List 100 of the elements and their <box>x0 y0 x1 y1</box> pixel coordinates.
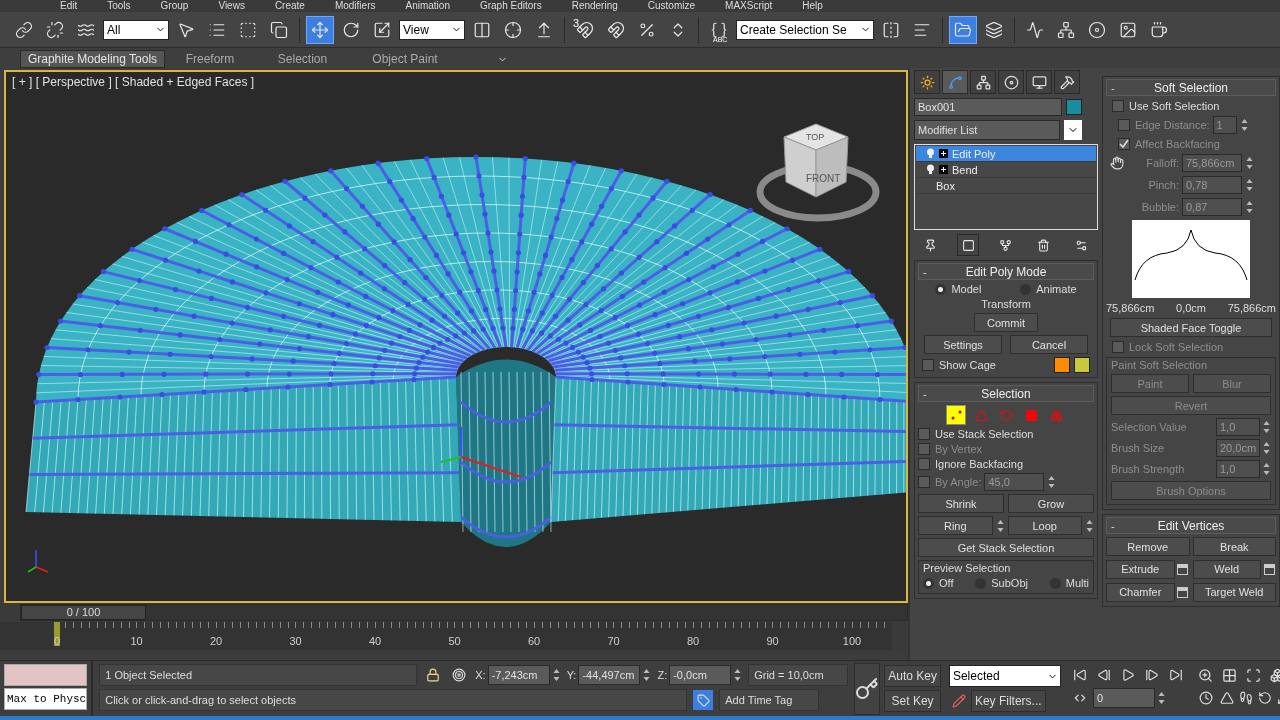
viewport-label[interactable]: [ + ] [ Perspective ] [ Shaded + Edged Faces ] <box>12 75 255 89</box>
vertex-command-button[interactable]: Extrude <box>1106 559 1175 579</box>
folder-icon[interactable] <box>949 15 977 44</box>
spinner-arrows-icon[interactable] <box>1156 690 1166 706</box>
menu-item[interactable]: Views <box>218 0 245 12</box>
grow-button[interactable]: Grow <box>1008 494 1094 513</box>
edge-distance-checkbox[interactable] <box>1118 119 1130 131</box>
cage-color-swatch[interactable] <box>1074 357 1090 373</box>
auto-key-button[interactable]: Auto Key <box>884 665 941 687</box>
object-name-field[interactable]: Box001 <box>914 98 1062 116</box>
radio-button[interactable] <box>923 577 934 589</box>
rollout-header[interactable]: - Edit Vertices <box>1106 517 1276 534</box>
menu-item[interactable]: Customize <box>647 0 696 12</box>
time-tag-icon[interactable] <box>693 690 714 710</box>
lightbulb-icon[interactable] <box>926 164 935 175</box>
stack-item[interactable]: Bend <box>916 162 1096 178</box>
named-selection-dropdown[interactable]: Create Selection Se <box>736 19 874 40</box>
ribbon-tab[interactable]: Freeform <box>165 50 255 68</box>
spinner-arrows-icon[interactable] <box>1262 419 1271 435</box>
listener-field[interactable] <box>4 664 88 686</box>
shrink-button[interactable]: Shrink <box>918 494 1004 513</box>
add-time-tag-field[interactable]: Add Time Tag <box>719 689 820 711</box>
rollout-header[interactable]: - Soft Selection <box>1106 79 1276 96</box>
radio-button[interactable] <box>935 283 947 295</box>
menu-item[interactable]: Edit <box>60 0 78 12</box>
get-stack-selection-button[interactable]: Get Stack Selection <box>918 538 1094 557</box>
menu-item[interactable]: Modifiers <box>334 0 376 12</box>
current-frame-field[interactable]: 0 <box>1092 688 1155 708</box>
expand-plus-icon[interactable] <box>939 165 948 174</box>
vertex-command-button[interactable]: Weld <box>1192 559 1261 579</box>
vertex-command-button[interactable]: Remove <box>1106 537 1190 556</box>
stack-item[interactable]: Box <box>916 178 1096 194</box>
show-cage-checkbox[interactable] <box>922 359 934 371</box>
modifier-list-field[interactable]: Modifier List <box>914 120 1060 140</box>
menu-item[interactable]: MAXScript <box>725 0 773 12</box>
time-slider-thumb[interactable]: 0 / 100 <box>21 604 146 620</box>
cancel-button[interactable]: Cancel <box>1010 335 1088 354</box>
hammer-icon[interactable] <box>1054 70 1080 94</box>
checkbox-label: Edge Distance: <box>1135 119 1210 131</box>
ribbon-tab[interactable]: Graphite Modeling Tools <box>20 50 165 68</box>
menu-item[interactable]: Help <box>802 0 823 12</box>
monitor-icon[interactable] <box>1026 70 1052 94</box>
spinner-arrows-icon[interactable] <box>1262 440 1271 456</box>
vertex-command-button[interactable]: Chamfer <box>1106 582 1175 602</box>
vertex-level-icon[interactable] <box>946 405 966 425</box>
key-mode-button[interactable] <box>854 663 881 715</box>
hierarchy-icon[interactable] <box>970 70 996 94</box>
snap-toggle-button[interactable]: 3 <box>571 15 599 44</box>
spinner-arrows-icon[interactable] <box>1245 155 1254 171</box>
ribbon-tab[interactable]: Object Paint <box>350 50 460 68</box>
coordinate-field[interactable]: -44,497cm <box>578 665 641 685</box>
ribbon-tab[interactable]: Selection <box>255 50 350 68</box>
ring-button[interactable]: Ring <box>918 516 993 535</box>
time-slider-track[interactable]: 0 / 100 <box>20 603 908 621</box>
affect-backfacing-checkbox[interactable] <box>1118 138 1130 150</box>
option-checkbox[interactable] <box>918 428 930 440</box>
object-color-swatch[interactable] <box>1066 99 1082 115</box>
spinner-arrows-icon[interactable] <box>733 667 743 683</box>
menu-item[interactable]: Group <box>160 0 189 12</box>
timeline-track[interactable]: 0 10 20 30 40 50 60 70 80 90 100 <box>0 622 892 650</box>
vertex-command-button[interactable]: Break <box>1192 537 1276 556</box>
selection-filter-dropdown[interactable]: All <box>103 19 169 40</box>
settings-button[interactable]: Settings <box>924 335 1002 354</box>
spinner-arrows-icon[interactable] <box>1239 117 1249 133</box>
rollout-header[interactable]: - Edit Poly Mode <box>918 263 1094 280</box>
field-label: Falloff: <box>1146 157 1179 169</box>
key-filters-button[interactable]: Key Filters... <box>970 690 1046 712</box>
key-mode-dropdown[interactable]: Selected <box>948 665 1061 687</box>
sun-icon[interactable] <box>914 70 940 94</box>
shaded-face-toggle-button[interactable]: Shaded Face Toggle <box>1110 318 1272 337</box>
perspective-viewport[interactable]: TOP FRONT [ + ] [ Perspective ] [ Shaded + Edged Faces ] <box>4 70 908 603</box>
script-listener-field[interactable]: Max to Physc <box>4 688 88 710</box>
move-icon[interactable] <box>306 15 334 44</box>
spinner-arrows-icon[interactable] <box>1245 199 1254 215</box>
commit-button[interactable]: Commit <box>974 313 1038 332</box>
reference-coordinate-dropdown[interactable]: View <box>399 19 465 40</box>
spinner-arrows-icon[interactable] <box>1262 461 1271 477</box>
vertex-command-button[interactable]: Target Weld <box>1192 582 1276 602</box>
spinner-arrows-icon[interactable] <box>1047 474 1057 490</box>
loop-button[interactable]: Loop <box>1007 516 1082 535</box>
cage-color-swatch[interactable] <box>1054 357 1070 373</box>
menu-item[interactable]: Animation <box>405 0 450 12</box>
spinner-arrows-icon[interactable] <box>1245 177 1254 193</box>
menu-item[interactable]: Graph Editors <box>479 0 542 12</box>
menu-item[interactable]: Rendering <box>571 0 618 12</box>
use-soft-selection-checkbox[interactable] <box>1112 100 1124 112</box>
spinner-arrows-icon[interactable] <box>995 517 1005 534</box>
expand-plus-icon[interactable] <box>939 149 948 158</box>
coordinate-field[interactable]: -7,243cm <box>487 665 550 685</box>
rollout-header[interactable]: - Selection <box>918 385 1094 402</box>
set-key-button[interactable]: Set Key <box>884 690 941 712</box>
menu-item[interactable]: Tools <box>107 0 131 12</box>
option-checkbox[interactable] <box>918 458 930 470</box>
curve-icon[interactable] <box>942 70 968 94</box>
menu-item[interactable]: Create <box>274 0 305 12</box>
lock-soft-selection-checkbox[interactable] <box>1112 341 1124 353</box>
spinner-arrows-icon[interactable] <box>1085 517 1094 534</box>
coordinate-field[interactable]: -0,0cm <box>669 665 732 685</box>
spinner-arrows-icon[interactable] <box>642 667 652 683</box>
spinner-arrows-icon[interactable] <box>551 667 561 683</box>
